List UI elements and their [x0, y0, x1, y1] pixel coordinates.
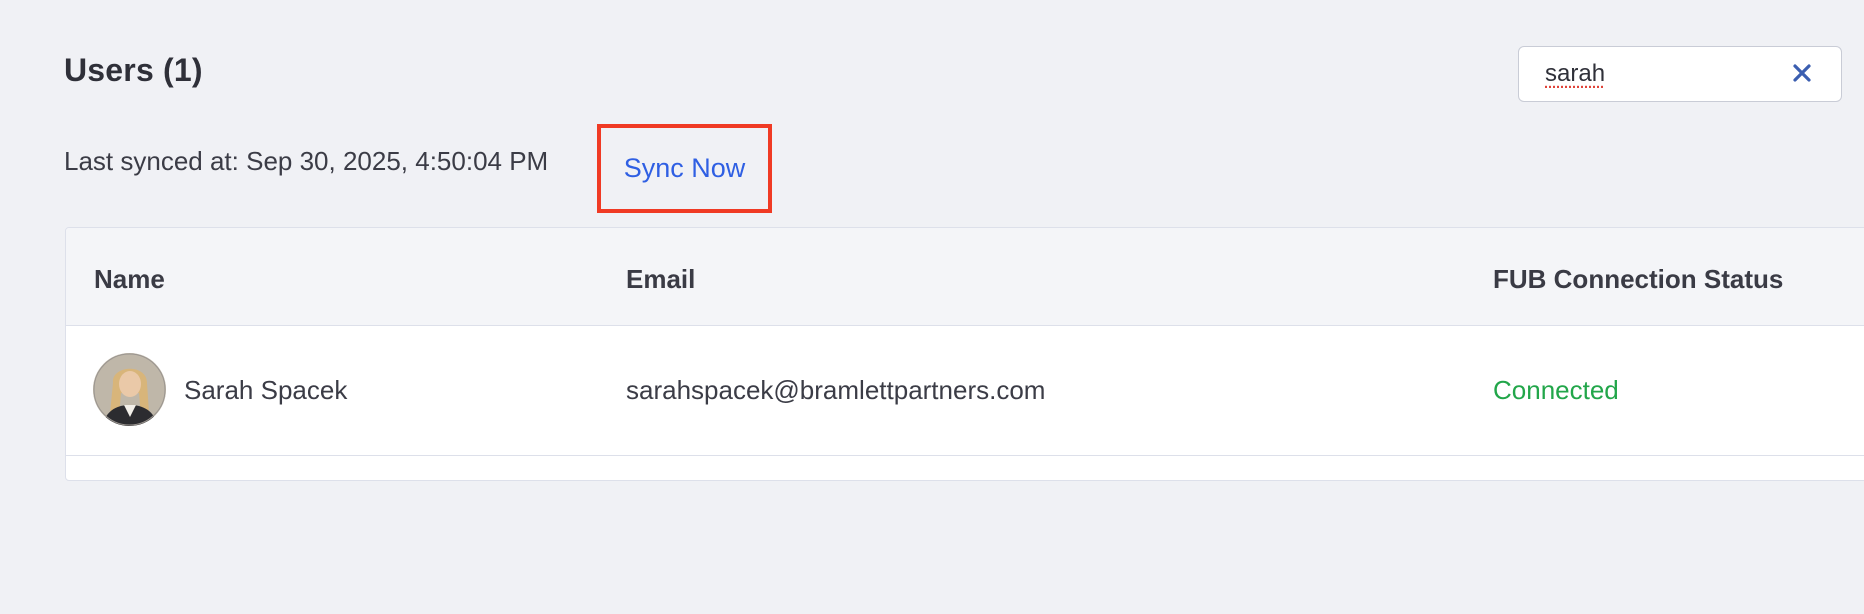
users-table: Name Email FUB Connection Status Sarah S…: [65, 227, 1864, 481]
column-header-status[interactable]: FUB Connection Status: [1493, 264, 1783, 295]
page-title: Users (1): [64, 52, 203, 88]
user-email: sarahspacek@bramlettpartners.com: [626, 375, 1046, 405]
sync-now-label: Sync Now: [623, 153, 746, 183]
column-header-name[interactable]: Name: [94, 264, 165, 295]
table-header: Name Email FUB Connection Status: [66, 228, 1864, 326]
users-page: Users (1) Last synced at: Sep 30, 2025, …: [0, 0, 1864, 614]
user-name: Sarah Spacek: [184, 375, 348, 405]
user-avatar: [93, 353, 166, 426]
sync-now-button[interactable]: Sync Now: [597, 124, 772, 213]
status-badge: Connected: [1493, 375, 1619, 405]
search-box: [1518, 46, 1842, 102]
last-synced-text: Last synced at: Sep 30, 2025, 4:50:04 PM: [64, 146, 549, 176]
table-row[interactable]: Sarah Spacek sarahspacek@bramlettpartner…: [66, 326, 1864, 456]
search-input[interactable]: [1545, 47, 1775, 100]
close-icon[interactable]: [1791, 62, 1813, 84]
column-header-email[interactable]: Email: [626, 264, 695, 295]
